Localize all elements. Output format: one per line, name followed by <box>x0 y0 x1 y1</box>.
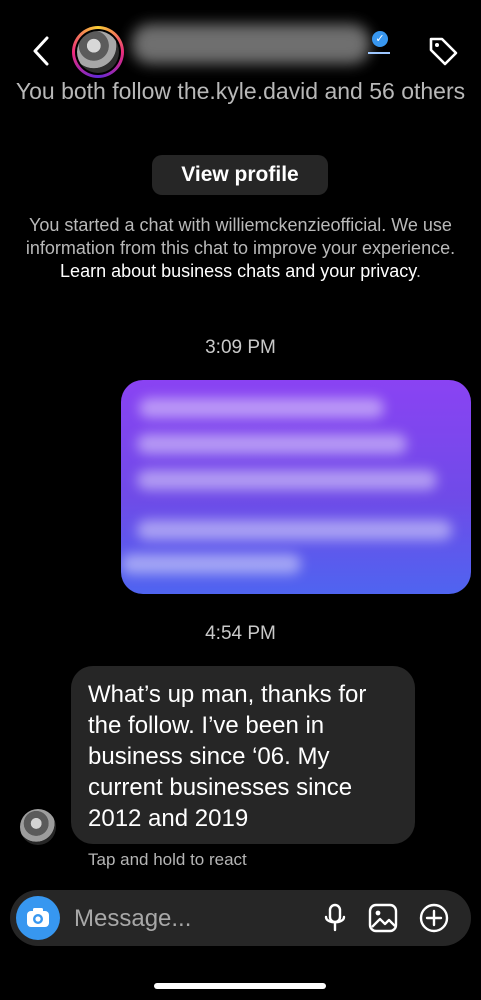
chat-header: ✓ <box>0 0 481 88</box>
blurred-text-line <box>137 470 437 490</box>
avatar-image <box>77 31 119 73</box>
voice-message-button[interactable] <box>319 902 351 934</box>
blurred-text-line <box>137 434 407 454</box>
username-underline <box>368 52 390 54</box>
blurred-text-line <box>139 398 384 418</box>
blurred-username[interactable] <box>132 24 370 64</box>
avatar-image-frame <box>75 29 121 75</box>
business-chat-disclaimer: You started a chat with williemckenzieof… <box>10 214 471 283</box>
verified-badge-icon: ✓ <box>372 31 388 47</box>
add-content-button[interactable] <box>418 902 450 934</box>
sender-avatar[interactable] <box>20 809 56 845</box>
gallery-icon <box>368 903 398 933</box>
back-button[interactable] <box>26 34 56 68</box>
plus-circle-icon <box>419 903 449 933</box>
microphone-icon <box>324 903 346 932</box>
camera-button[interactable] <box>16 896 60 940</box>
timestamp: 3:09 PM <box>205 337 276 358</box>
sent-message-bubble[interactable] <box>121 380 471 594</box>
home-indicator[interactable] <box>154 983 326 989</box>
camera-icon <box>27 908 49 927</box>
disclaimer-text: You started a chat with williemckenzieof… <box>25 215 456 258</box>
tap-hold-hint: Tap and hold to react <box>88 850 247 869</box>
blurred-text-line <box>121 554 301 574</box>
disclaimer-end: . <box>415 261 421 281</box>
timestamp: 4:54 PM <box>205 623 276 644</box>
blurred-text-line <box>137 520 452 540</box>
chevron-left-icon <box>33 36 49 66</box>
profile-avatar[interactable] <box>72 26 124 78</box>
message-input[interactable] <box>72 900 311 938</box>
message-composer <box>10 890 471 946</box>
tag-icon <box>429 37 458 66</box>
tag-button[interactable] <box>426 34 460 68</box>
mutual-followers-text: You both follow the.kyle.david and 56 ot… <box>15 78 466 104</box>
view-profile-button[interactable]: View profile <box>152 155 328 195</box>
gallery-button[interactable] <box>367 902 399 934</box>
business-privacy-link[interactable]: Learn about business chats and your priv… <box>60 261 416 281</box>
received-message-bubble[interactable]: What’s up man, thanks for the follow. I’… <box>71 666 415 844</box>
